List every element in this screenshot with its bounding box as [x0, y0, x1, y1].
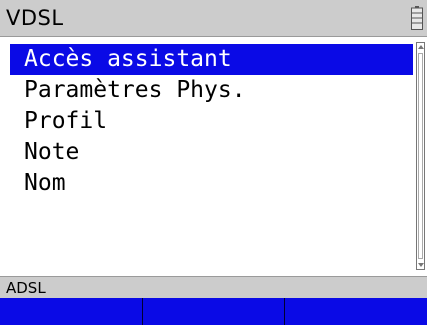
page-title: VDSL — [6, 6, 64, 30]
status-bar: ADSL — [0, 276, 427, 298]
menu-item-note[interactable]: Note — [10, 137, 413, 168]
menu-list: Accès assistant Paramètres Phys. Profil … — [10, 44, 413, 199]
softkey-1[interactable] — [0, 298, 143, 325]
menu-item-parametres-phys[interactable]: Paramètres Phys. — [10, 75, 413, 106]
menu-item-profil[interactable]: Profil — [10, 106, 413, 137]
device-screen: VDSL Accès assistant Paramètres Phys. Pr… — [0, 0, 427, 325]
scroll-thumb[interactable] — [418, 53, 423, 259]
chevron-up-icon[interactable] — [418, 45, 424, 49]
softkey-2[interactable] — [143, 298, 286, 325]
softkey-bar — [0, 298, 427, 325]
softkey-3[interactable] — [285, 298, 427, 325]
menu-item-acces-assistant[interactable]: Accès assistant — [10, 44, 413, 75]
battery-icon — [411, 6, 423, 30]
menu-item-nom[interactable]: Nom — [10, 168, 413, 199]
status-text: ADSL — [6, 279, 46, 297]
scrollbar[interactable] — [416, 42, 425, 270]
chevron-down-icon[interactable] — [418, 263, 424, 267]
title-bar: VDSL — [0, 0, 427, 37]
